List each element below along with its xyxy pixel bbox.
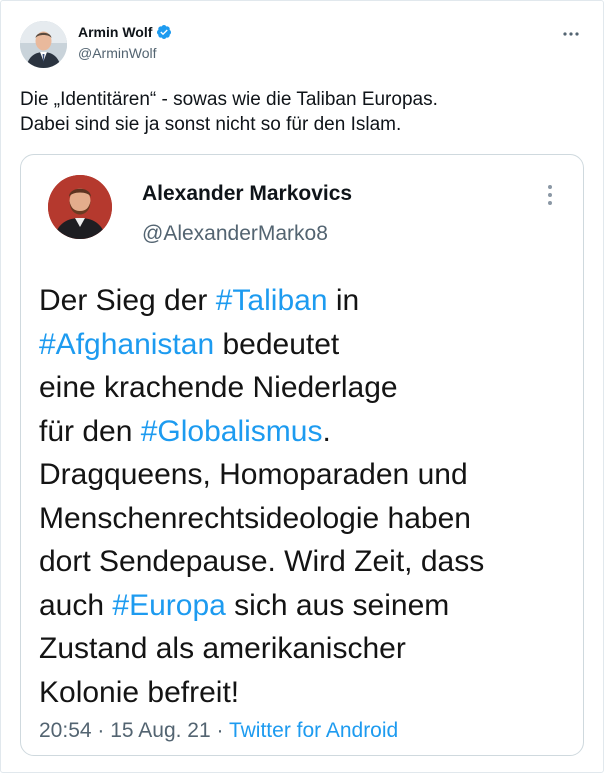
author-handle[interactable]: @ArminWolf [78,44,157,62]
author-name[interactable]: Armin Wolf [78,23,172,41]
tweet-text-line: Die „Identitären“ - sowas wie die Taliba… [20,89,438,110]
quoted-author-name[interactable]: Alexander Markovics [142,181,352,207]
profile-photo-icon [48,175,112,239]
quoted-tweet[interactable]: Alexander Markovics @AlexanderMarko8 Der… [20,154,584,756]
hashtag-link[interactable]: #Taliban [216,284,328,317]
profile-photo-icon [20,21,67,68]
hashtag-link[interactable]: #Europa [112,589,225,622]
text-segment: sich aus seinem [225,588,450,622]
text-segment: . [322,414,331,448]
text-segment: dort Sendepause. Wird Zeit, dass [39,545,485,578]
text-segment: Der Sieg der [39,284,216,317]
tweet-card: Armin Wolf @ArminWolf Die „Identitären“ … [0,0,604,773]
text-segment: Zustand als amerikanischer [39,632,406,665]
text-segment: in [327,284,360,317]
more-horizontal-icon[interactable] [561,26,581,36]
hashtag-link[interactable]: #Afghanistan [39,328,214,361]
author-name-text: Armin Wolf [78,24,153,40]
tweet-time[interactable]: 20:54 [39,719,92,742]
text-segment: Kolonie befreit! [39,675,240,709]
tweet-text-line: Dabei sind sie ja sonst nicht so für den… [20,114,402,135]
text-segment: bedeutet [214,327,340,361]
text-segment: Menschenrechtsideologie haben [39,501,471,535]
text-segment: Dragqueens, Homoparaden und [39,458,468,491]
hashtag-link[interactable]: #Globalismus [141,415,323,448]
text-segment: für den [39,414,141,448]
text-segment: eine krachende Niederlage [39,371,398,404]
separator-dot: · [210,719,229,742]
quoted-tweet-footer: 20:54 · 15 Aug. 21 · Twitter for Android [39,718,398,744]
quoted-tweet-text: Der Sieg der #Taliban in #Afghanistan be… [39,279,579,714]
tweet-text: Die „Identitären“ - sowas wie die Taliba… [20,87,580,137]
quoted-author-avatar[interactable] [48,175,112,239]
separator-dot: · [91,719,111,742]
author-avatar[interactable] [20,21,67,68]
verified-badge-icon [156,24,172,40]
quoted-author-handle[interactable]: @AlexanderMarko8 [142,221,328,247]
tweet-date[interactable]: 15 Aug. 21 [110,719,210,742]
more-vertical-icon[interactable] [546,183,554,207]
text-segment: auch [39,588,113,622]
tweet-source-link[interactable]: Twitter for Android [229,719,398,742]
